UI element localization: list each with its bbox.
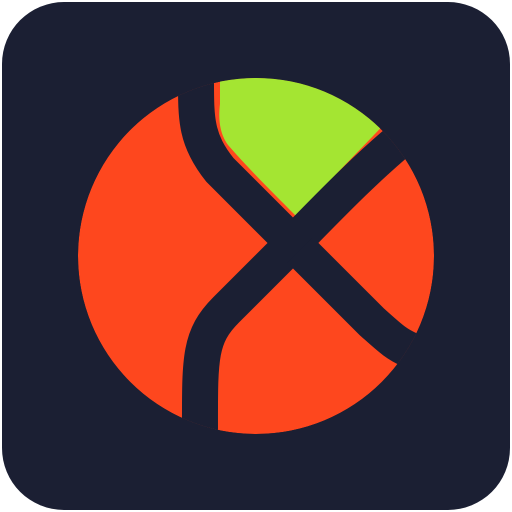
- app-icon: [2, 2, 510, 510]
- app-icon-canvas: [0, 0, 512, 512]
